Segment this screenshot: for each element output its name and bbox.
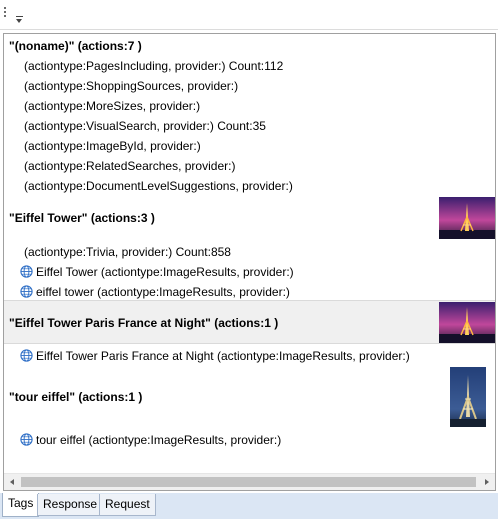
- list-item[interactable]: (actiontype:VisualSearch, provider:) Cou…: [4, 116, 495, 136]
- list-item[interactable]: (actiontype:PagesIncluding, provider:) C…: [4, 56, 495, 76]
- list-item-text: (actiontype:ShoppingSources, provider:): [24, 79, 239, 93]
- list-item-text: (actiontype:PagesIncluding, provider:) C…: [24, 59, 284, 73]
- list-item[interactable]: (actiontype:DocumentLevelSuggestions, pr…: [4, 176, 495, 196]
- list-item-text: (actiontype:MoreSizes, provider:): [24, 99, 201, 113]
- toolbar-grip-icon[interactable]: [4, 7, 7, 21]
- list-item[interactable]: (actiontype:ShoppingSources, provider:): [4, 76, 495, 96]
- group-title: "(noname)" (actions:7 ): [9, 39, 142, 53]
- list-item[interactable]: tour eiffel (actiontype:ImageResults, pr…: [4, 430, 495, 450]
- scrollbar-thumb[interactable]: [21, 477, 476, 487]
- list-item[interactable]: Eiffel Tower (actiontype:ImageResults, p…: [4, 262, 495, 282]
- bottom-tab-strip: Tags Response Request: [0, 493, 498, 519]
- tab-request[interactable]: Request: [99, 494, 156, 516]
- list-item-text: tour eiffel (actiontype:ImageResults, pr…: [36, 433, 282, 447]
- list-item[interactable]: (actiontype:RelatedSearches, provider:): [4, 156, 495, 176]
- globe-icon: [20, 265, 33, 278]
- toolbar-overflow-chevron-icon[interactable]: [14, 14, 26, 26]
- list-item-text: (actiontype:ImageById, provider:): [24, 139, 201, 153]
- globe-icon: [20, 433, 33, 446]
- group-header-eiffel-tower-paris-night[interactable]: "Eiffel Tower Paris France at Night" (ac…: [4, 300, 495, 344]
- list-item-text: (actiontype:Trivia, provider:) Count:858: [24, 245, 231, 259]
- group-title: "tour eiffel" (actions:1 ): [9, 390, 143, 404]
- group-header-noname[interactable]: "(noname)" (actions:7 ): [4, 34, 495, 58]
- globe-icon: [20, 349, 33, 362]
- list-item[interactable]: Eiffel Tower Paris France at Night (acti…: [4, 346, 495, 366]
- tour-eiffel-thumbnail[interactable]: [450, 367, 486, 427]
- tab-tags[interactable]: Tags: [2, 493, 40, 517]
- list-item-text: (actiontype:VisualSearch, provider:) Cou…: [24, 119, 266, 133]
- list-item-text: (actiontype:DocumentLevelSuggestions, pr…: [24, 179, 293, 193]
- list-item-text: (actiontype:RelatedSearches, provider:): [24, 159, 236, 173]
- tags-list-panel: "(noname)" (actions:7 ) (actiontype:Page…: [3, 33, 496, 491]
- scroll-left-arrow-icon[interactable]: [4, 474, 21, 490]
- toolbar: [0, 0, 498, 30]
- list-item[interactable]: (actiontype:ImageById, provider:): [4, 136, 495, 156]
- list-item-text: eiffel tower (actiontype:ImageResults, p…: [36, 285, 290, 299]
- list-item-text: Eiffel Tower (actiontype:ImageResults, p…: [36, 265, 294, 279]
- tab-response[interactable]: Response: [37, 494, 104, 516]
- list-item-text: Eiffel Tower Paris France at Night (acti…: [36, 349, 410, 363]
- group-header-tour-eiffel[interactable]: "tour eiffel" (actions:1 ): [4, 366, 495, 428]
- eiffel-tower-night-thumbnail[interactable]: [439, 302, 495, 343]
- eiffel-tower-night-thumbnail[interactable]: [439, 197, 495, 239]
- list-item[interactable]: (actiontype:Trivia, provider:) Count:858: [4, 242, 495, 262]
- list-item[interactable]: eiffel tower (actiontype:ImageResults, p…: [4, 282, 495, 302]
- scroll-right-arrow-icon[interactable]: [478, 474, 495, 490]
- group-title: "Eiffel Tower" (actions:3 ): [9, 211, 155, 225]
- list-item[interactable]: (actiontype:MoreSizes, provider:): [4, 96, 495, 116]
- group-title: "Eiffel Tower Paris France at Night" (ac…: [9, 316, 279, 330]
- globe-icon: [20, 285, 33, 298]
- group-header-eiffel-tower[interactable]: "Eiffel Tower" (actions:3 ): [4, 196, 495, 240]
- horizontal-scrollbar[interactable]: [4, 473, 495, 490]
